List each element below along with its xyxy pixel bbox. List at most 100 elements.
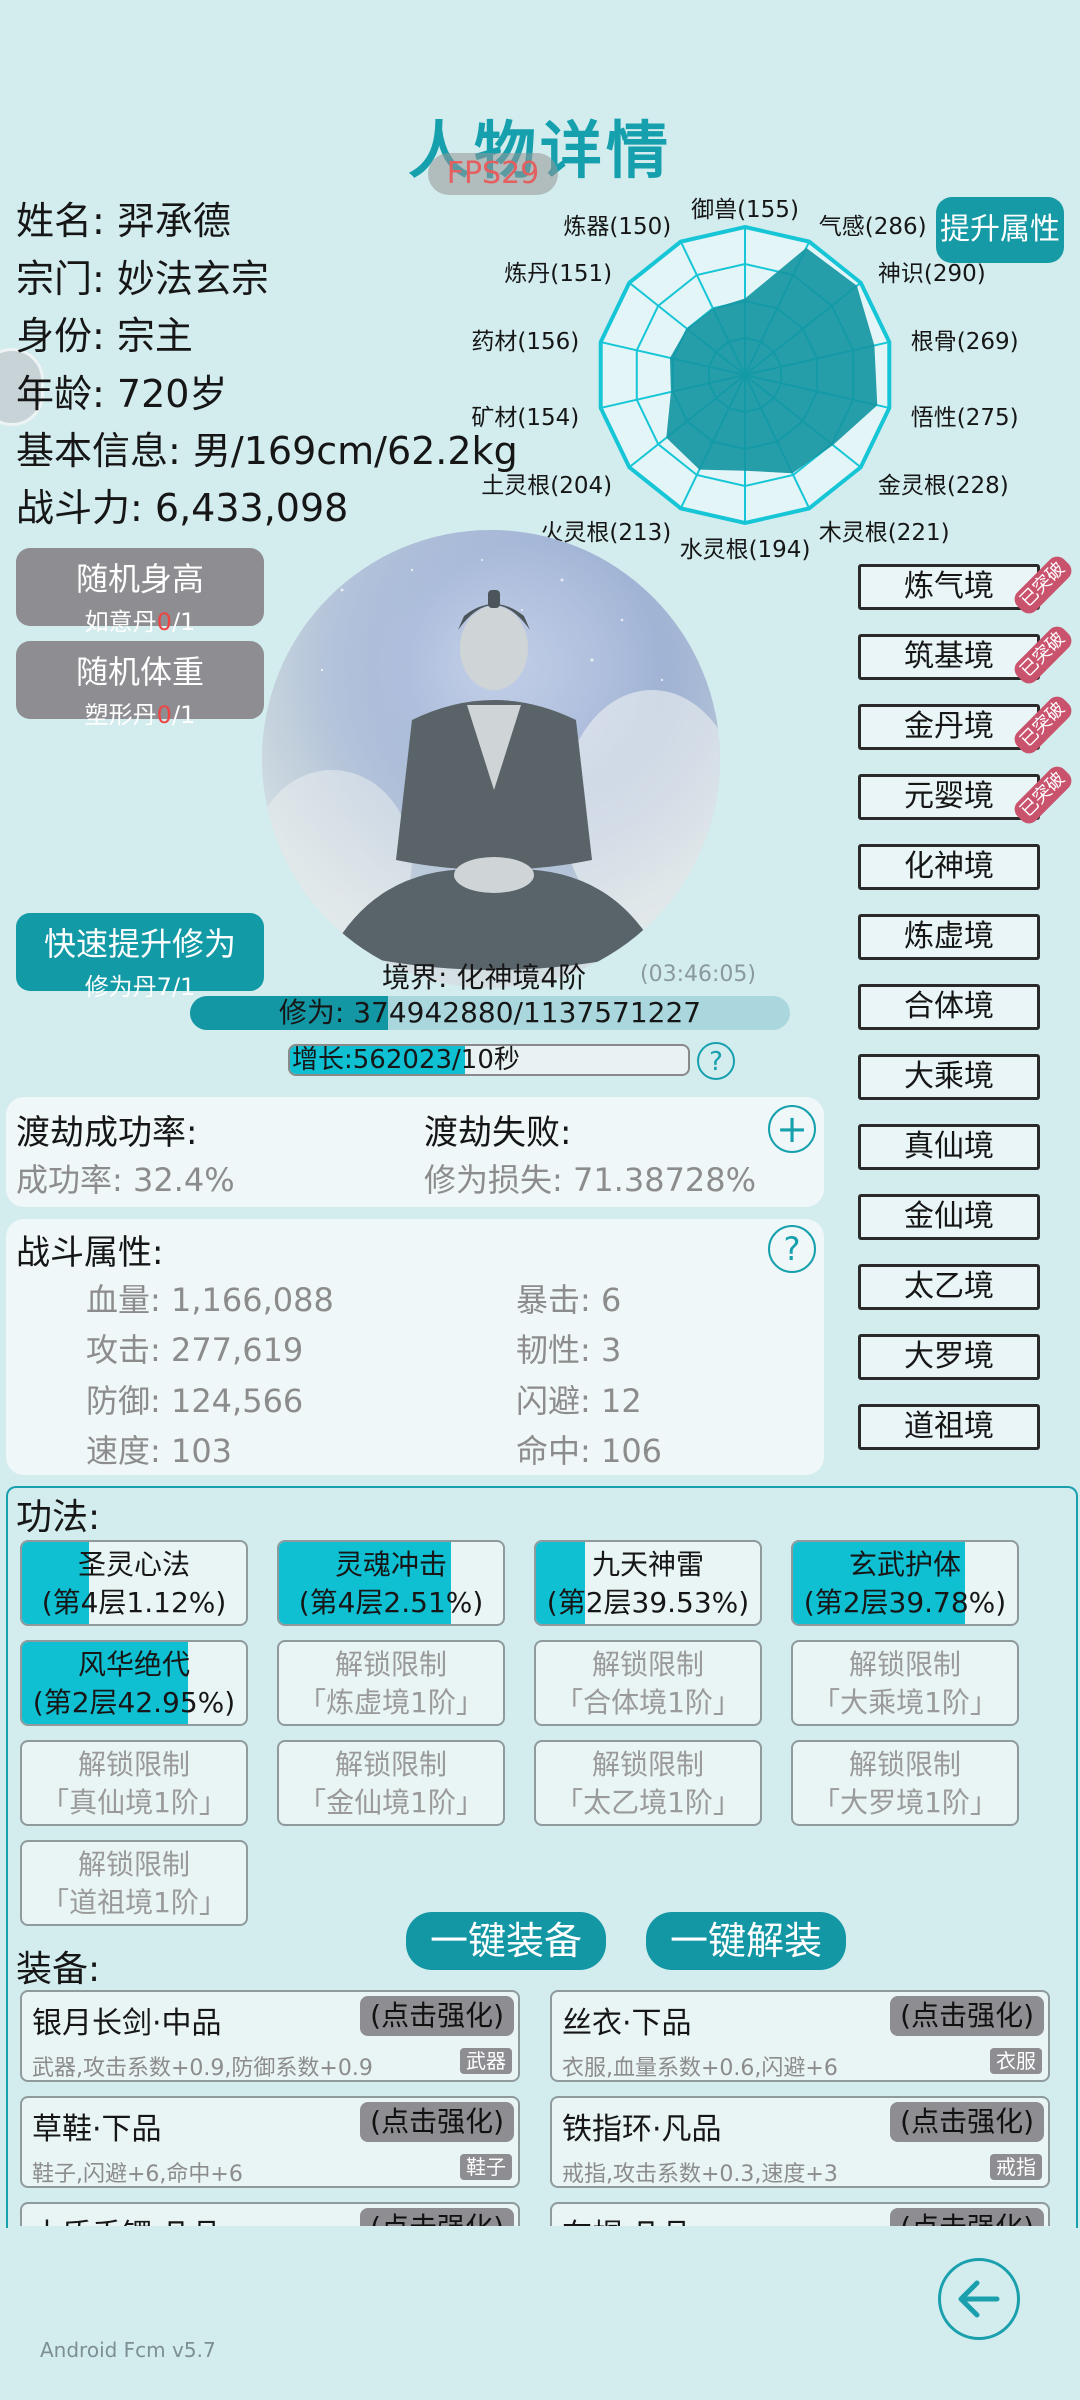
realm-button[interactable]: 金仙境 (858, 1194, 1040, 1240)
add-icon[interactable]: + (768, 1105, 816, 1153)
skill-label: 玄武护体 (第2层39.78%) (803, 1548, 1007, 1619)
stat-tough: 韧性: 3 (516, 1331, 622, 1369)
info-age: 年龄: 720岁 (16, 372, 228, 416)
enhance-button[interactable]: (点击强化) (360, 2208, 514, 2226)
realm-button[interactable]: 金丹境 (858, 704, 1040, 750)
realm-button[interactable]: 真仙境 (858, 1124, 1040, 1170)
tribulation-card: 渡劫成功率: 成功率: 32.4% 渡劫失败: 修为损失: 71.38728% … (6, 1097, 824, 1207)
equipment-slot[interactable]: 丝衣·下品 (点击强化) 衣服,血量系数+0.6,闪避+6 衣服 (550, 1990, 1050, 2082)
improve-attributes-button[interactable]: 提升属性 (936, 197, 1064, 263)
realm-button[interactable]: 化神境 (858, 844, 1040, 890)
enhance-button[interactable]: (点击强化) (890, 2102, 1044, 2142)
equipment-description: 衣服,血量系数+0.6,闪避+6 (562, 2056, 838, 2081)
realm-button[interactable]: 道祖境 (858, 1404, 1040, 1450)
equipment-name: 木质手镯·凡品 (32, 2210, 222, 2226)
equipment-name: 银月长剑·中品 (32, 2006, 222, 2041)
back-button[interactable] (938, 2258, 1020, 2340)
locked-skill-label: 解锁限制 「道祖境1阶」 (41, 1848, 227, 1919)
equipment-type-tag: 鞋子 (460, 2154, 512, 2180)
locked-skill-slot[interactable]: 解锁限制 「道祖境1阶」 (20, 1840, 248, 1926)
growth-help-icon[interactable]: ? (697, 1042, 735, 1080)
radar-axis-label: 气感(286) (818, 213, 927, 240)
radar-axis-label: 药材(156) (471, 329, 580, 356)
random-weight-button[interactable]: 随机体重 塑形丹0/1 (16, 641, 264, 729)
locked-skill-label: 解锁限制 「太乙境1阶」 (555, 1748, 741, 1819)
realm-button[interactable]: 元婴境 (858, 774, 1040, 820)
stat-hit: 命中: 106 (516, 1432, 663, 1470)
equipment-slot[interactable]: 铁指环·凡品 (点击强化) 戒指,攻击系数+0.3,速度+3 戒指 (550, 2096, 1050, 2188)
stat-dodge: 闪避: 12 (516, 1382, 642, 1420)
enhance-button[interactable]: (点击强化) (890, 1996, 1044, 2036)
radar-axis-label: 木灵根(221) (818, 520, 950, 547)
equipment-name: 草鞋·下品 (32, 2112, 162, 2147)
skill-slot[interactable]: 玄武护体 (第2层39.78%) (791, 1540, 1019, 1626)
skills-title: 功法: (16, 1497, 101, 1538)
realm-button[interactable]: 炼气境 (858, 564, 1040, 610)
info-sect: 宗门: 妙法玄宗 (16, 257, 269, 301)
equipment-description: 武器,攻击系数+0.9,防御系数+0.9 (32, 2056, 373, 2081)
skill-label: 九天神雷 (第2层39.53%) (546, 1548, 750, 1619)
equipment-name: 丝衣·下品 (562, 2006, 692, 2041)
locked-skill-slot[interactable]: 解锁限制 「太乙境1阶」 (534, 1740, 762, 1826)
realm-button[interactable]: 大罗境 (858, 1334, 1040, 1380)
locked-skill-slot[interactable]: 解锁限制 「真仙境1阶」 (20, 1740, 248, 1826)
radar-axis-label: 悟性(275) (910, 404, 1019, 431)
equipment-slot[interactable]: 布帽·凡品 (点击强化) (550, 2202, 1050, 2226)
random-height-button[interactable]: 随机身高 如意丹0/1 (16, 548, 264, 636)
skill-slot[interactable]: 风华绝代 (第2层42.95%) (20, 1640, 248, 1726)
info-basic: 基本信息: 男/169cm/62.2kg (16, 429, 518, 473)
skill-slot[interactable]: 圣灵心法 (第4层1.12%) (20, 1540, 248, 1626)
realm-button[interactable]: 太乙境 (858, 1264, 1040, 1310)
stat-hp: 血量: 1,166,088 (86, 1281, 334, 1319)
locked-skill-slot[interactable]: 解锁限制 「炼虚境1阶」 (277, 1640, 505, 1726)
radar-axis-label: 矿材(154) (471, 404, 580, 431)
stat-atk: 攻击: 277,619 (86, 1331, 304, 1369)
arrow-left-icon (958, 2280, 1000, 2318)
quick-cultivate-button[interactable]: 快速提升修为 修为丹7/1 (16, 913, 264, 1001)
locked-skill-slot[interactable]: 解锁限制 「金仙境1阶」 (277, 1740, 505, 1826)
equip-all-button[interactable]: 一键装备 (406, 1912, 606, 1970)
locked-skill-slot[interactable]: 解锁限制 「合体境1阶」 (534, 1640, 762, 1726)
realm-button[interactable]: 筑基境 (858, 634, 1040, 680)
locked-skill-label: 解锁限制 「真仙境1阶」 (41, 1748, 227, 1819)
locked-skill-label: 解锁限制 「炼虚境1阶」 (298, 1648, 484, 1719)
combat-help-icon[interactable]: ? (768, 1225, 816, 1273)
realm-timer: (03:46:05) (640, 962, 756, 987)
locked-skill-label: 解锁限制 「大乘境1阶」 (812, 1648, 998, 1719)
realm-button[interactable]: 大乘境 (858, 1054, 1040, 1100)
unequip-all-button[interactable]: 一键解装 (646, 1912, 846, 1970)
radar-axis-label: 御兽(155) (691, 197, 799, 223)
combat-attributes-card: 战斗属性: ? 血量: 1,166,088 暴击: 6 攻击: 277,619 … (6, 1219, 824, 1475)
realm-label: 境界: 化神境4阶 (382, 961, 587, 994)
enhance-button[interactable]: (点击强化) (360, 1996, 514, 2036)
skill-label: 风华绝代 (第2层42.95%) (32, 1648, 236, 1719)
radar-axis-label: 根骨(269) (910, 329, 1019, 356)
equipment-slot[interactable]: 草鞋·下品 (点击强化) 鞋子,闪避+6,命中+6 鞋子 (20, 2096, 520, 2188)
radar-axis-label: 土灵根(204) (481, 472, 613, 499)
growth-progress-label: 增长:562023/10秒 (292, 1045, 520, 1075)
info-name: 姓名: 羿承德 (16, 199, 231, 243)
skill-slot[interactable]: 灵魂冲击 (第4层2.51%) (277, 1540, 505, 1626)
locked-skill-slot[interactable]: 解锁限制 「大乘境1阶」 (791, 1640, 1019, 1726)
radar-axis-label: 水灵根(194) (679, 537, 811, 563)
enhance-button[interactable]: (点击强化) (890, 2208, 1044, 2226)
character-portrait (262, 530, 720, 988)
skill-label: 灵魂冲击 (第4层2.51%) (298, 1548, 484, 1619)
info-power: 战斗力: 6,433,098 (16, 486, 349, 530)
radar-axis-label: 炼丹(151) (504, 261, 613, 287)
enhance-button[interactable]: (点击强化) (360, 2102, 514, 2142)
realm-button[interactable]: 炼虚境 (858, 914, 1040, 960)
realm-button[interactable]: 合体境 (858, 984, 1040, 1030)
stat-spd: 速度: 103 (86, 1432, 233, 1470)
cultivation-progress-label: 修为: 374942880/1137571227 (278, 996, 702, 1029)
equipment-description: 戒指,攻击系数+0.3,速度+3 (562, 2162, 838, 2187)
equipment-slot[interactable]: 木质手镯·凡品 (点击强化) (20, 2202, 520, 2226)
equipment-type-tag: 戒指 (990, 2154, 1042, 2180)
equipment-type-tag: 衣服 (990, 2048, 1042, 2074)
version-label: Android Fcm v5.7 (40, 2338, 216, 2362)
locked-skill-slot[interactable]: 解锁限制 「大罗境1阶」 (791, 1740, 1019, 1826)
stat-def: 防御: 124,566 (86, 1382, 304, 1420)
equipment-slot[interactable]: 银月长剑·中品 (点击强化) 武器,攻击系数+0.9,防御系数+0.9 武器 (20, 1990, 520, 2082)
skill-slot[interactable]: 九天神雷 (第2层39.53%) (534, 1540, 762, 1626)
random-height-label: 随机身高 (75, 560, 204, 598)
